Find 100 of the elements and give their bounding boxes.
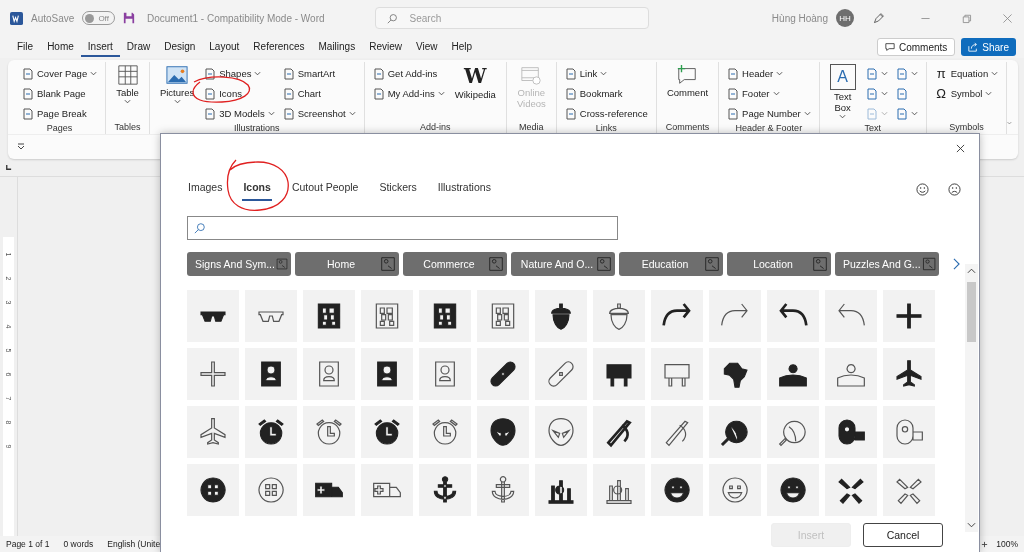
ribbon-button[interactable]: Footer [727,84,811,103]
menu-tab[interactable]: References [246,37,312,57]
icon-tile[interactable] [825,464,877,516]
icon-tile[interactable] [187,290,239,342]
ribbon-button[interactable]: Page Number [727,104,811,123]
icon-tile[interactable] [535,464,587,516]
icon-tile[interactable] [535,290,587,342]
icon-tile[interactable] [419,290,471,342]
icon-tile[interactable] [245,464,297,516]
menu-tab[interactable]: Layout [202,37,247,57]
ribbon-button[interactable]: Blank Page [22,84,98,103]
close-icon[interactable] [956,143,965,153]
icon-tile[interactable] [651,290,703,342]
ribbon-button[interactable]: SmartArt [282,64,356,83]
user-avatar[interactable]: HH [836,9,854,27]
icon-tile[interactable] [593,406,645,458]
icon-tile[interactable] [361,406,413,458]
menu-tab[interactable]: Design [157,37,203,57]
icon-tile[interactable] [303,348,355,400]
ribbon-button[interactable]: Table [114,62,141,106]
icon-tile[interactable] [419,464,471,516]
ribbon-button[interactable]: Comment [664,62,711,100]
comments-button[interactable]: Comments [876,38,956,56]
scroll-thumb[interactable] [967,282,976,342]
menu-tab[interactable]: File [10,37,41,57]
category-button[interactable]: Location [727,252,831,276]
icon-tile[interactable] [187,348,239,400]
icon-tile[interactable] [245,348,297,400]
icon-tile[interactable] [535,406,587,458]
zoom-level[interactable]: 100% [996,539,1018,549]
frown-icon[interactable] [948,182,961,196]
icon-tile[interactable] [477,406,529,458]
ribbon-button[interactable]: Cross-reference [564,104,648,123]
ribbon-button[interactable]: Page Break [22,104,98,123]
menu-tab[interactable]: Home [40,37,81,57]
icon-tile[interactable] [187,406,239,458]
word-count[interactable]: 0 words [63,539,94,549]
menu-tab[interactable]: Mailings [311,37,363,57]
category-button[interactable]: Commerce [403,252,507,276]
scrollbar[interactable] [965,264,978,532]
pen-icon[interactable] [872,11,885,25]
icon-tile[interactable] [883,464,935,516]
icon-tile[interactable] [767,290,819,342]
scroll-down-icon[interactable] [967,522,976,528]
icon-tile[interactable] [303,406,355,458]
category-button[interactable]: Signs And Sym... [187,252,291,276]
icon-search-field[interactable] [187,216,618,240]
icon-tile[interactable] [303,290,355,342]
icon-tile[interactable] [767,348,819,400]
ribbon-button[interactable]: Icons [204,84,275,103]
icon-tile[interactable] [303,464,355,516]
icon-tile[interactable] [419,348,471,400]
icon-tile[interactable] [709,348,761,400]
menu-tab[interactable]: View [408,37,445,57]
icon-tile[interactable] [477,348,529,400]
icon-tile[interactable] [245,406,297,458]
icon-tile[interactable] [709,406,761,458]
category-button[interactable]: Puzzles And G... [835,252,939,276]
icon-tile[interactable] [825,348,877,400]
dialog-tab[interactable]: Icons [242,177,272,201]
icon-tile[interactable] [709,464,761,516]
ribbon-button[interactable]: Screenshot [282,104,356,123]
icon-tile[interactable] [651,464,703,516]
icon-tile[interactable] [361,290,413,342]
icon-tile[interactable] [187,464,239,516]
icon-tile[interactable] [767,406,819,458]
ribbon-button[interactable]: 3D Models [204,104,275,123]
dialog-tab[interactable]: Cutout People [290,177,360,201]
tab-stop-icon[interactable] [5,164,12,171]
icon-tile[interactable] [651,406,703,458]
ribbon-button[interactable]: A Text Box [827,62,858,121]
ribbon-button[interactable]: Chart [282,84,356,103]
icon-tile[interactable] [477,464,529,516]
dialog-tab[interactable]: Images [187,177,224,201]
zoom-in-icon[interactable] [981,540,989,548]
scroll-up-icon[interactable] [967,268,976,274]
icon-tile[interactable] [245,290,297,342]
ribbon-button[interactable]: Shapes [204,64,275,83]
icon-tile[interactable] [825,290,877,342]
cancel-button[interactable]: Cancel [863,523,943,547]
word-app-icon[interactable] [10,11,23,25]
icon-tile[interactable] [535,348,587,400]
icon-tile[interactable] [651,348,703,400]
icon-tile[interactable] [883,406,935,458]
category-button[interactable]: Education [619,252,723,276]
icon-tile[interactable] [361,464,413,516]
icon-tile[interactable] [709,290,761,342]
icon-tile[interactable] [477,290,529,342]
ribbon-button[interactable]: Header [727,64,811,83]
ribbon-button[interactable]: Bookmark [564,84,648,103]
ribbon-button[interactable]: Ω Symbol [934,84,999,103]
save-icon[interactable] [122,12,135,24]
search-field[interactable]: Search [374,7,649,29]
dialog-tab[interactable]: Stickers [378,177,418,201]
icon-tile[interactable] [767,464,819,516]
ribbon-button[interactable]: Cover Page [22,64,98,83]
icon-tile[interactable] [361,348,413,400]
ribbon-button[interactable]: Link [564,64,648,83]
menu-tab[interactable]: Review [362,37,409,57]
icon-tile[interactable] [593,348,645,400]
